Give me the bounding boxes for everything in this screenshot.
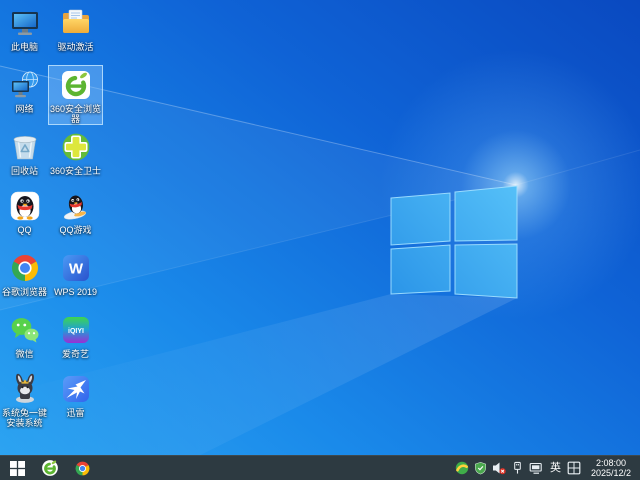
recycle-bin-icon xyxy=(13,136,36,160)
desktop-icon-iqiyi[interactable]: iQIYI 爱奇艺 xyxy=(48,310,103,360)
desktop-icon-qq-games[interactable]: QQ游戏 xyxy=(48,186,103,236)
desktop-icon-label: 网络 xyxy=(15,104,34,114)
desktop-icon-label: 迅雷 xyxy=(66,408,85,418)
language-indicator[interactable]: 英 xyxy=(549,456,562,480)
svg-text:iQIYI: iQIYI xyxy=(68,328,84,335)
desktop-icon-label: QQ xyxy=(17,225,32,235)
desktop-icon-qq[interactable]: QQ xyxy=(1,186,48,236)
desktop-icon-wechat[interactable]: 微信 xyxy=(1,310,48,360)
rabbit-mascot-icon xyxy=(15,373,34,403)
desktop-icon-360-safe-browser[interactable]: 360安全浏览器 xyxy=(48,65,103,125)
clock-date: 2025/12/2 xyxy=(590,468,632,478)
desktop-icon-label: 驱动激活 xyxy=(57,42,94,52)
wechat-icon xyxy=(11,318,38,343)
360-browser-icon xyxy=(61,71,90,99)
desktop-icon-label: QQ游戏 xyxy=(59,225,92,235)
taskbar-clock[interactable]: 2:08:00 2025/12/2 xyxy=(586,458,636,479)
chrome-icon xyxy=(11,254,38,281)
iqiyi-icon: iQIYI xyxy=(62,317,89,343)
network-status-icon[interactable] xyxy=(529,456,544,480)
windows-start-icon xyxy=(9,460,25,476)
desktop-icon-label: 微信 xyxy=(15,349,34,359)
taskbar-360-browser-button[interactable] xyxy=(34,456,66,480)
security-shield-icon[interactable] xyxy=(474,456,487,480)
svg-text:W: W xyxy=(68,261,83,278)
desktop-icon-label: WPS 2019 xyxy=(53,287,98,297)
taskbar-chrome-button[interactable] xyxy=(66,456,98,480)
desktop-icon-chrome[interactable]: 谷歌浏览器 xyxy=(1,248,48,298)
360-safeguard-icon xyxy=(62,133,89,161)
desktop-icon-wps[interactable]: W WPS 2019 xyxy=(48,248,103,298)
start-button[interactable] xyxy=(0,456,34,480)
chrome-icon xyxy=(75,461,89,475)
desktop-icon-label: 爱奇艺 xyxy=(61,349,89,359)
clock-time: 2:08:00 xyxy=(595,457,627,468)
desktop-icon-label: 系统兔一键安装系统 xyxy=(2,408,48,428)
desktop-icon-recycle-bin[interactable]: 回收站 xyxy=(1,127,48,177)
ime-grid-icon[interactable] xyxy=(567,456,581,480)
desktop-icon-360-safeguard[interactable]: 360安全卫士 xyxy=(48,127,103,177)
desktop-icon-thunder[interactable]: 迅雷 xyxy=(48,369,103,419)
this-pc-icon xyxy=(11,12,38,35)
desktop-icon-label: 谷歌浏览器 xyxy=(2,287,48,297)
volume-muted-icon[interactable] xyxy=(492,456,506,480)
thunder-bird-icon xyxy=(62,376,89,402)
desktop-icon-this-pc[interactable]: 此电脑 xyxy=(1,3,48,53)
network-icon xyxy=(11,71,38,98)
desktop-icon-driver-activate[interactable]: 驱动激活 xyxy=(48,3,103,53)
desktop-icon-label: 回收站 xyxy=(10,166,38,176)
360-browser-icon xyxy=(42,460,58,476)
usb-device-icon[interactable] xyxy=(511,456,524,480)
folder-documents-icon xyxy=(62,9,89,33)
desktop-icon-network[interactable]: 网络 xyxy=(1,65,48,115)
desktop-icon-label: 360安全卫士 xyxy=(49,166,102,176)
system-tray: 英 2:08:00 2025/12/2 xyxy=(455,456,640,480)
desktop-icon-system-rabbit-installer[interactable]: 系统兔一键安装系统 xyxy=(1,369,48,429)
desktop-icon-label: 360安全浏览器 xyxy=(49,104,102,124)
360-tray-icon[interactable] xyxy=(455,456,469,480)
desktop-icon-label: 此电脑 xyxy=(10,42,38,52)
qq-games-icon xyxy=(63,195,86,220)
wps-icon: W xyxy=(62,255,89,281)
taskbar: 英 2:08:00 2025/12/2 xyxy=(0,455,640,480)
qq-icon xyxy=(10,191,39,221)
